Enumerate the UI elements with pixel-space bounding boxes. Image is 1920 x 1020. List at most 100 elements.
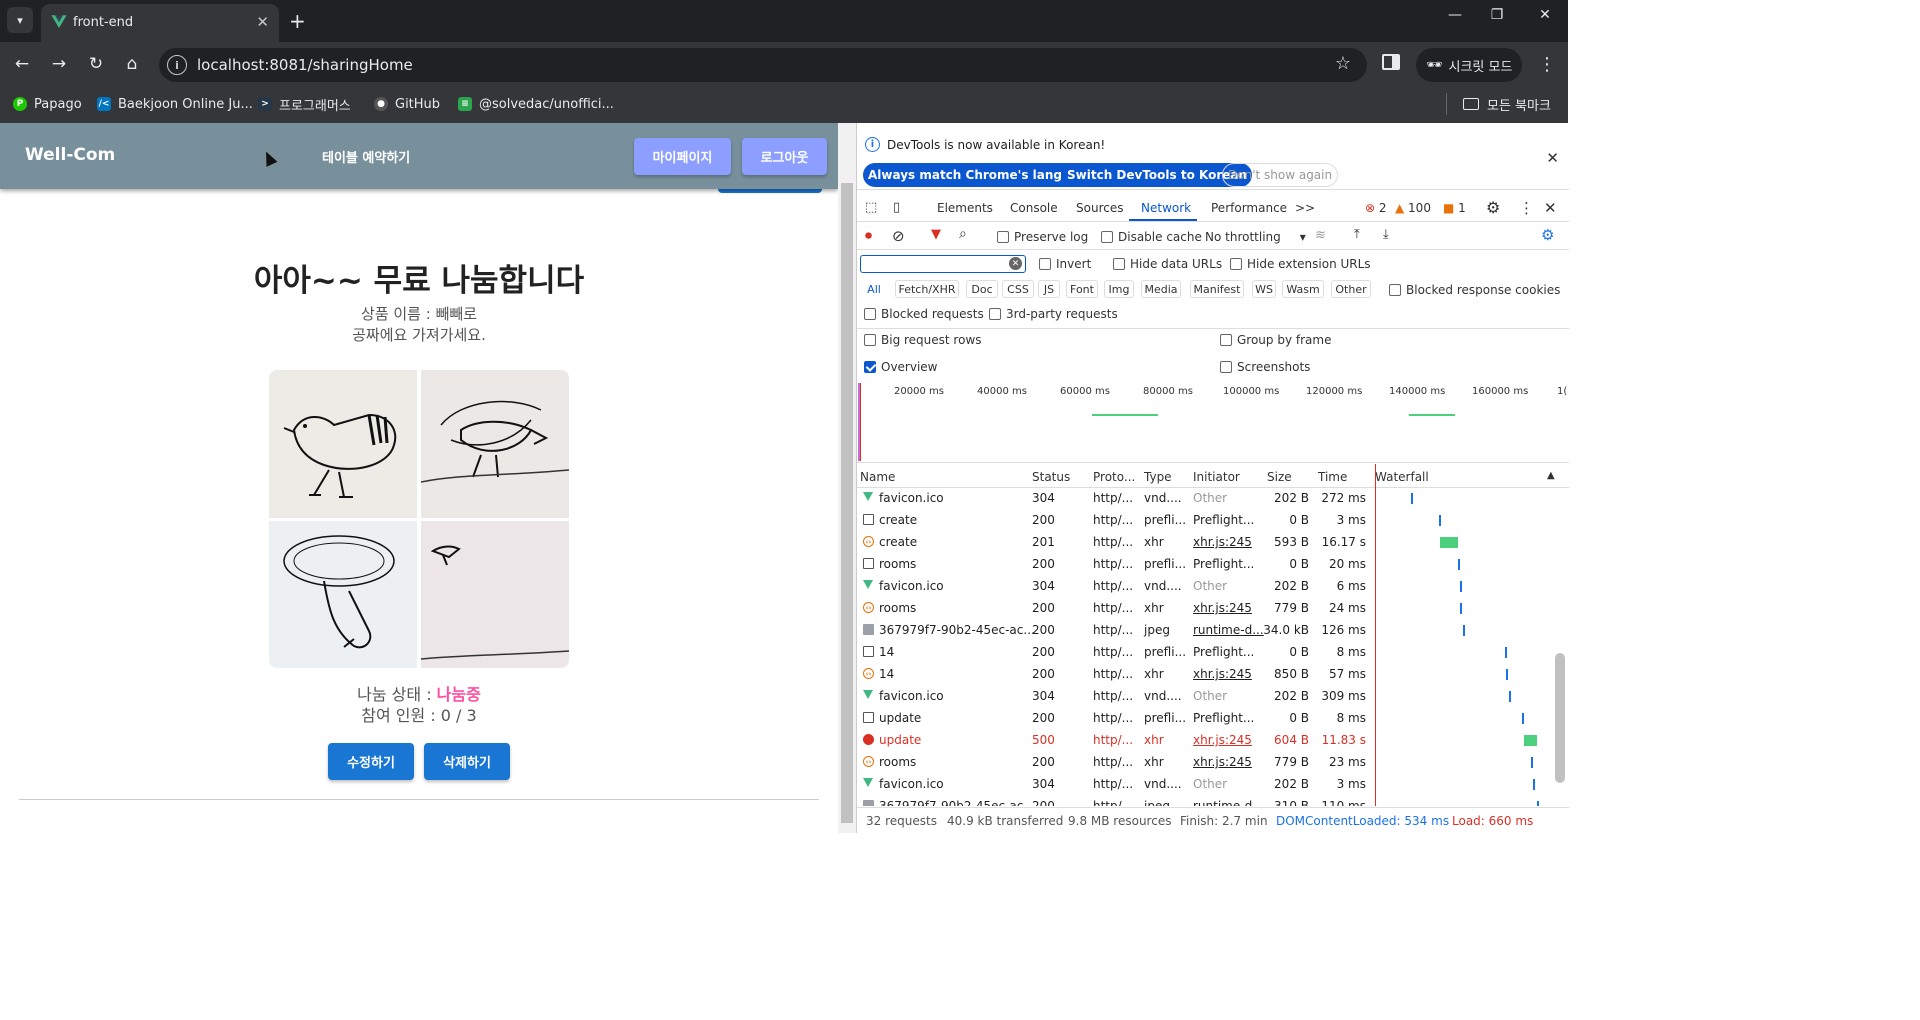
col-size[interactable]: Size <box>1267 470 1292 484</box>
edit-button[interactable]: 수정하기 <box>328 743 414 780</box>
tab-console[interactable]: Console <box>1010 201 1058 215</box>
cell-initiator[interactable]: xhr.js:245 <box>1193 601 1252 615</box>
col-type[interactable]: Type <box>1144 470 1172 484</box>
col-initiator[interactable]: Initiator <box>1193 470 1240 484</box>
side-panel-icon[interactable] <box>1382 54 1400 70</box>
cell-initiator[interactable]: xhr.js:245 <box>1193 733 1252 747</box>
overview-checkbox[interactable]: Overview <box>864 360 938 374</box>
sort-up-icon[interactable]: ▲ <box>1547 470 1555 481</box>
cell-initiator[interactable]: xhr.js:245 <box>1193 755 1252 769</box>
request-row[interactable]: ‹› create 201 http/... xhr xhr.js:245 593 B 16.… <box>857 531 1555 553</box>
disable-cache-checkbox[interactable]: Disable cache <box>1101 230 1202 244</box>
cell-initiator[interactable]: xhr.js:245 <box>1193 667 1252 681</box>
browser-menu-icon[interactable]: ⋮ <box>1538 54 1556 75</box>
blocked-requests-checkbox[interactable]: Blocked requests <box>864 307 984 321</box>
big-rows-checkbox[interactable]: Big request rows <box>864 333 982 347</box>
request-row[interactable]: favicon.ico 304 http/... vnd.... Other 202 B 3… <box>857 773 1555 795</box>
tab-search-button[interactable]: ▾ <box>7 7 33 33</box>
request-row[interactable]: create 200 http/... prefli... Preflight... 0 … <box>857 509 1555 531</box>
blocked-cookies-checkbox[interactable]: Blocked response cookies <box>1389 283 1560 297</box>
nav-table-reservation[interactable]: 테이블 예약하기 <box>322 147 410 166</box>
reload-icon[interactable]: ↻ <box>84 54 108 74</box>
request-row[interactable]: 14 200 http/... prefli... Preflight... 0 B 8 m… <box>857 641 1555 663</box>
new-tab-button[interactable]: + <box>289 9 306 33</box>
devtools-menu-icon[interactable]: ⋮ <box>1519 199 1534 217</box>
request-row[interactable]: ✕ update 500 http/... xhr xhr.js:245 604 B 11.8… <box>857 729 1555 751</box>
request-row[interactable]: ‹› rooms 200 http/... xhr xhr.js:245 779 B 24 m… <box>857 597 1555 619</box>
logout-button[interactable]: 로그아웃 <box>742 138 827 175</box>
type-filter-ws[interactable]: WS <box>1252 280 1276 298</box>
type-filter-fetch[interactable]: Fetch/XHR <box>895 280 959 298</box>
col-status[interactable]: Status <box>1032 470 1070 484</box>
type-filter-media[interactable]: Media <box>1141 280 1181 298</box>
inspect-element-icon[interactable]: ⬚ <box>865 200 877 215</box>
bookmark-star-icon[interactable]: ☆ <box>1335 53 1351 74</box>
issues-count-icon[interactable]: ■ 1 <box>1443 201 1466 215</box>
forward-icon[interactable]: → <box>47 54 71 74</box>
group-frame-checkbox[interactable]: Group by frame <box>1220 333 1331 347</box>
all-bookmarks[interactable]: 모든 북마크 <box>1446 93 1551 115</box>
request-row[interactable]: favicon.ico 304 http/... vnd.... Other 202 B 2… <box>857 488 1555 509</box>
type-filter-img[interactable]: Img <box>1104 280 1134 298</box>
warning-count-icon[interactable]: ▲ 100 <box>1395 201 1431 215</box>
cell-initiator[interactable]: xhr.js:245 <box>1193 535 1252 549</box>
import-har-icon[interactable]: ⤒ <box>1354 227 1360 242</box>
device-toolbar-icon[interactable]: ▯ <box>893 200 900 215</box>
drawing-image-2[interactable] <box>421 370 569 518</box>
home-icon[interactable]: ⌂ <box>120 54 144 74</box>
request-row[interactable]: 367979f7-90b2-45ec-ac... 200 http/... jpeg r… <box>857 619 1555 641</box>
timeline-overview[interactable]: 20000 ms 40000 ms 60000 ms 80000 ms 1000… <box>857 378 1569 463</box>
request-row[interactable]: rooms 200 http/... prefli... Preflight... 0 B… <box>857 553 1555 575</box>
tab-sources[interactable]: Sources <box>1076 201 1123 215</box>
site-info-icon[interactable]: i <box>167 55 187 75</box>
filter-funnel-icon[interactable]: ▼ <box>931 227 941 242</box>
type-filter-all[interactable]: All <box>862 280 886 298</box>
network-conditions-icon[interactable]: ≋ <box>1315 228 1326 243</box>
tab-performance[interactable]: Performance <box>1211 201 1287 215</box>
col-name[interactable]: Name <box>860 470 895 484</box>
drawing-image-3[interactable] <box>269 521 417 668</box>
restore-icon[interactable]: ❐ <box>1482 7 1512 23</box>
clear-icon[interactable]: ⊘ <box>892 227 905 245</box>
browser-tab[interactable]: front-end ✕ <box>41 4 279 42</box>
col-time[interactable]: Time <box>1318 470 1347 484</box>
request-row[interactable]: favicon.ico 304 http/... vnd.... Other 202 B 3… <box>857 685 1555 707</box>
bookmark-papago[interactable]: P Papago <box>13 94 82 114</box>
requests-scrollbar[interactable] <box>1553 488 1567 806</box>
type-filter-other[interactable]: Other <box>1331 280 1371 298</box>
more-tabs-icon[interactable]: >> <box>1295 201 1315 215</box>
type-filter-wasm[interactable]: Wasm <box>1282 280 1324 298</box>
minimize-icon[interactable]: — <box>1440 7 1470 23</box>
record-stop-icon[interactable]: ⏺ <box>865 228 872 244</box>
request-row[interactable]: update 200 http/... prefli... Preflight... 0 … <box>857 707 1555 729</box>
third-party-checkbox[interactable]: 3rd-party requests <box>989 307 1118 321</box>
hide-extension-urls-checkbox[interactable]: Hide extension URLs <box>1230 257 1371 271</box>
tab-network[interactable]: Network <box>1141 201 1191 215</box>
export-har-icon[interactable]: ⤓ <box>1383 227 1389 242</box>
bookmark-programmers[interactable]: > 프로그래머스 <box>258 94 351 114</box>
devtools-close-icon[interactable]: ✕ <box>1544 199 1557 217</box>
request-row[interactable]: ‹› rooms 200 http/... xhr xhr.js:245 779 B 23 m… <box>857 751 1555 773</box>
col-waterfall[interactable]: Waterfall <box>1375 470 1429 484</box>
back-icon[interactable]: ← <box>10 54 34 74</box>
drawing-image-4[interactable] <box>421 521 569 668</box>
screenshots-checkbox[interactable]: Screenshots <box>1220 360 1310 374</box>
window-close-icon[interactable]: ✕ <box>1530 7 1560 23</box>
delete-button[interactable]: 삭제하기 <box>424 743 510 780</box>
clear-filter-icon[interactable]: ✕ <box>1009 257 1022 270</box>
url-text[interactable]: localhost:8081/sharingHome <box>197 56 413 74</box>
type-filter-font[interactable]: Font <box>1066 280 1098 298</box>
type-filter-css[interactable]: CSS <box>1002 280 1034 298</box>
mypage-button[interactable]: 마이페이지 <box>634 138 731 175</box>
dont-show-button[interactable]: Don't show again <box>1222 163 1339 187</box>
network-settings-icon[interactable]: ⚙ <box>1541 226 1554 244</box>
bookmark-github[interactable]: ● GitHub <box>374 94 440 114</box>
filter-input[interactable] <box>860 255 1026 273</box>
page-scrollbar[interactable] <box>838 123 856 833</box>
request-row[interactable]: 367979f7-90b2-45ec-ac... 200 http/... jpeg r… <box>857 795 1555 806</box>
type-filter-js[interactable]: JS <box>1038 280 1060 298</box>
brand-logo[interactable]: Well-Com <box>25 145 115 165</box>
page-scrollbar-thumb[interactable] <box>841 183 853 823</box>
col-protocol[interactable]: Proto... <box>1093 470 1135 484</box>
incognito-indicator[interactable]: 🕶 시크릿 모드 <box>1416 48 1522 82</box>
